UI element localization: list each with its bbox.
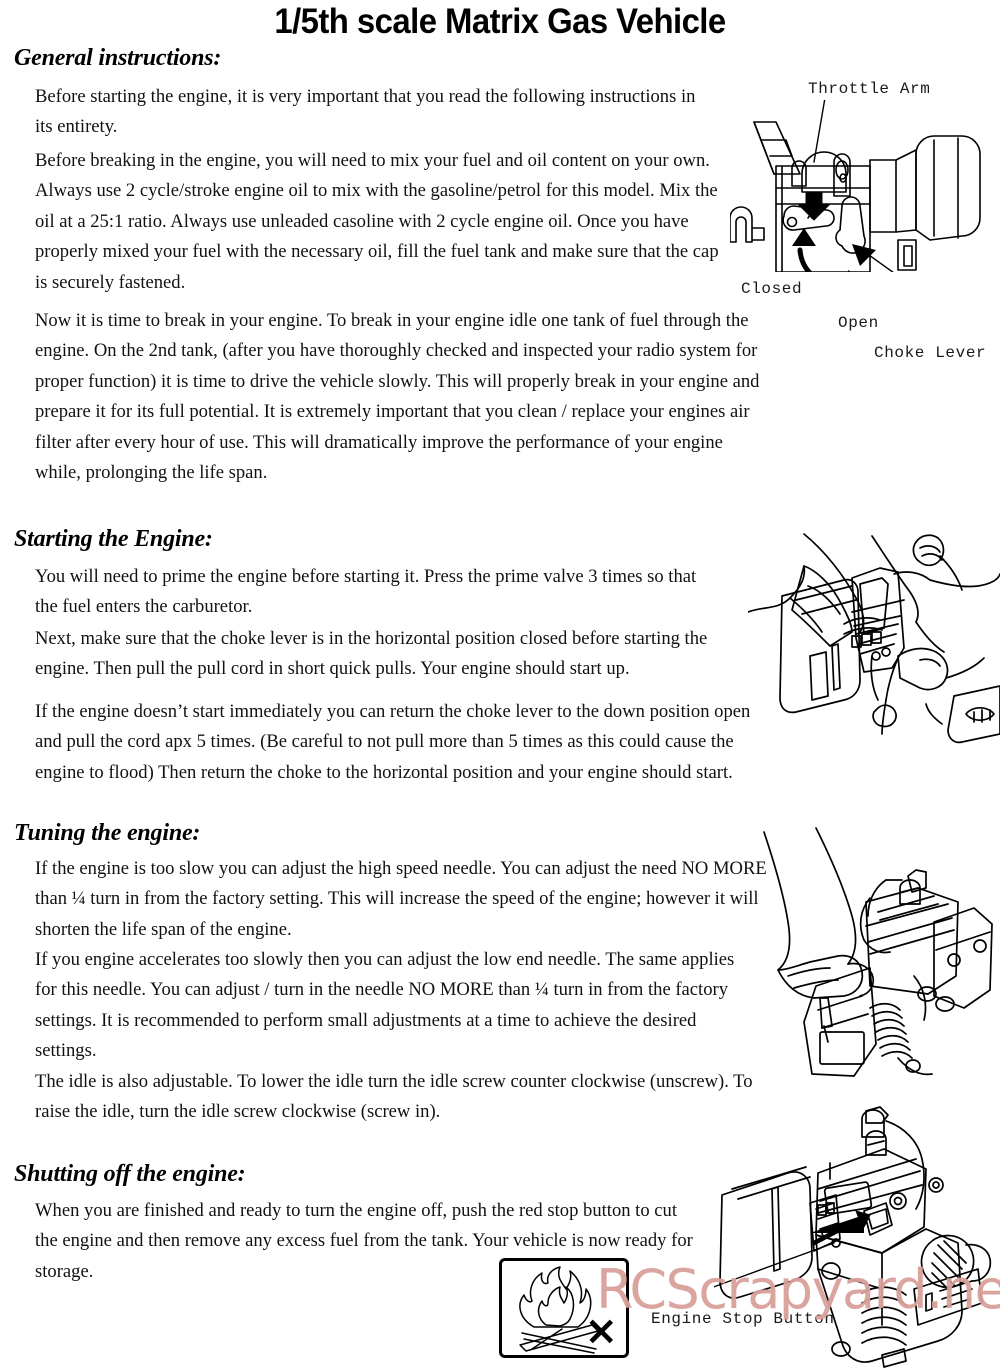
label-throttle-arm: Throttle Arm [808,80,931,98]
figure-carburetor-choke [730,100,992,272]
label-engine-stop-button: Engine Stop Button [651,1310,835,1328]
carburetor-choke-drawing [730,100,981,272]
label-choke-lever: Choke Lever [874,344,987,362]
section-heading-tuning: Tuning the engine: [14,820,201,846]
warning-cross-mark: × [584,1308,618,1354]
label-choke-open: Open [838,314,879,332]
paragraph-general-2: Before breaking in the engine, you will … [35,150,719,293]
paragraph-starting-2: Next, make sure that the choke lever is … [35,628,708,680]
paragraph-tuning-2: If you engine accelerates too slowly the… [35,949,735,1062]
pull-start-drawing [748,533,1000,744]
figure-needle-adjustment [758,826,1000,1084]
no-open-flame-warning-box: × [499,1258,629,1358]
paragraph-starting-3: If the engine doesn’t start immediately … [35,701,751,783]
engine-stop-button-drawing [714,1106,992,1368]
section-heading-general: General instructions: [14,45,222,71]
paragraph-general-3: Now it is time to break in your engine. … [35,310,760,484]
paragraph-tuning-1: If the engine is too slow you can adjust… [35,858,767,940]
section-heading-shutting: Shutting off the engine: [14,1161,246,1187]
section-heading-starting: Starting the Engine: [14,526,213,552]
label-choke-closed: Closed [741,280,803,298]
paragraph-general-1: Before starting the engine, it is very i… [35,86,696,138]
page-title: 1/5th scale Matrix Gas Vehicle [274,2,726,41]
figure-engine-stop-button [714,1093,1000,1370]
paragraph-starting-1: You will need to prime the engine before… [35,566,697,618]
paragraph-tuning-3: The idle is also adjustable. To lower th… [35,1071,753,1123]
document-page: 1/5th scale Matrix Gas Vehicle General i… [0,0,1000,1370]
needle-adjustment-drawing [763,827,993,1077]
figure-pull-start [748,528,1000,813]
